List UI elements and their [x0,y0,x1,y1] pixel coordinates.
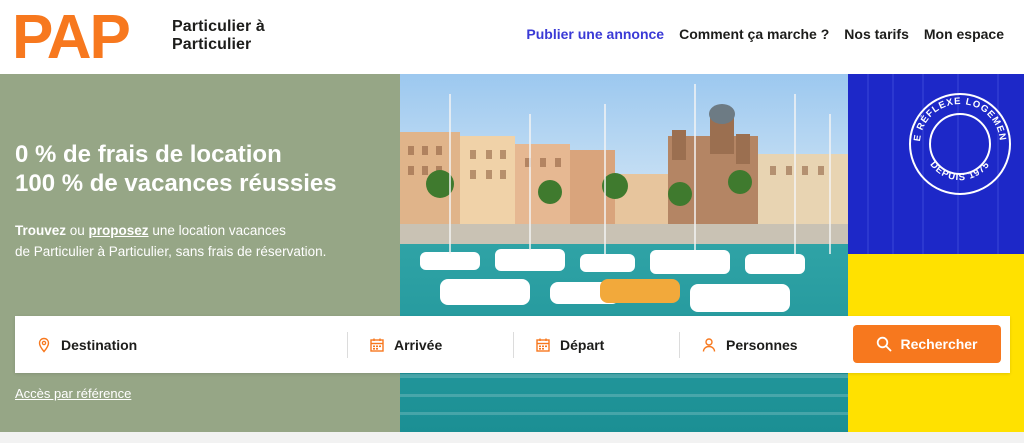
hero-blue-panel: LE RÉFLEXE LOGEMENT DEPUIS 1975 [848,74,1024,254]
hero-harbor-image [400,74,848,432]
svg-text:DEPUIS 1975: DEPUIS 1975 [928,159,993,183]
destination-field[interactable]: Destination [15,316,347,373]
logo-tagline-line1: Particulier à [172,18,265,35]
nav-comment-ca-marche[interactable]: Comment ça marche ? [679,26,829,42]
destination-label: Destination [61,336,138,353]
site-header: PAP Particulier à Particulier Publier un… [0,0,1024,74]
svg-text:LE RÉFLEXE LOGEMENT: LE RÉFLEXE LOGEMENT [848,74,1008,142]
badge-reflexe-logement: LE RÉFLEXE LOGEMENT DEPUIS 1975 [848,74,1011,254]
persons-field[interactable]: Personnes [680,316,850,373]
search-icon [877,336,892,352]
badge-text-bottom: DEPUIS 1975 [928,159,992,183]
headline-line2: 100 % de vacances réussies [15,170,337,197]
svg-text:PAP: PAP [12,8,130,64]
hero-section: LE RÉFLEXE LOGEMENT DEPUIS 1975 0 % de f… [0,74,1024,432]
hero-headline: 0 % de frais de location 100 % de vacanc… [15,140,337,198]
badge-text-top: LE RÉFLEXE LOGEMENT [848,74,1007,142]
intro-trouvez: Trouvez [15,223,67,238]
main-nav: Publier une annonce Comment ça marche ? … [526,26,1004,42]
search-bar: Destination Arrivée Départ Personnes Rec… [15,316,1010,373]
calendar-icon [535,337,551,353]
persons-label: Personnes [726,336,798,353]
intro-or: ou [66,223,89,238]
search-button-label: Rechercher [900,336,978,352]
departure-label: Départ [560,336,605,353]
acces-par-reference-link[interactable]: Accès par référence [15,386,131,401]
page-bottom-strip [0,432,1024,443]
person-icon [701,337,717,353]
arrival-date-field[interactable]: Arrivée [348,316,513,373]
pap-logo-mark: PAP [12,8,132,64]
headline-line1: 0 % de frais de location [15,141,282,168]
search-button[interactable]: Rechercher [853,325,1001,363]
nav-nos-tarifs[interactable]: Nos tarifs [844,26,909,42]
harbor-illustration [400,74,848,432]
logo-tagline-line2: Particulier [172,36,252,53]
pap-logo[interactable]: PAP Particulier à Particulier [12,8,265,64]
nav-mon-espace[interactable]: Mon espace [924,26,1004,42]
intro-proposez-link[interactable]: proposez [89,223,149,238]
intro-rest1: une location vacances [148,223,286,238]
hero-intro: Trouvez ou proposez une location vacance… [15,220,385,262]
nav-publier-annonce[interactable]: Publier une annonce [526,26,664,42]
logo-tagline: Particulier à Particulier [172,18,265,54]
departure-date-field[interactable]: Départ [514,316,679,373]
intro-rest2: de Particulier à Particulier, sans frais… [15,244,327,259]
location-pin-icon [36,337,52,353]
arrival-label: Arrivée [394,336,443,353]
calendar-icon [369,337,385,353]
